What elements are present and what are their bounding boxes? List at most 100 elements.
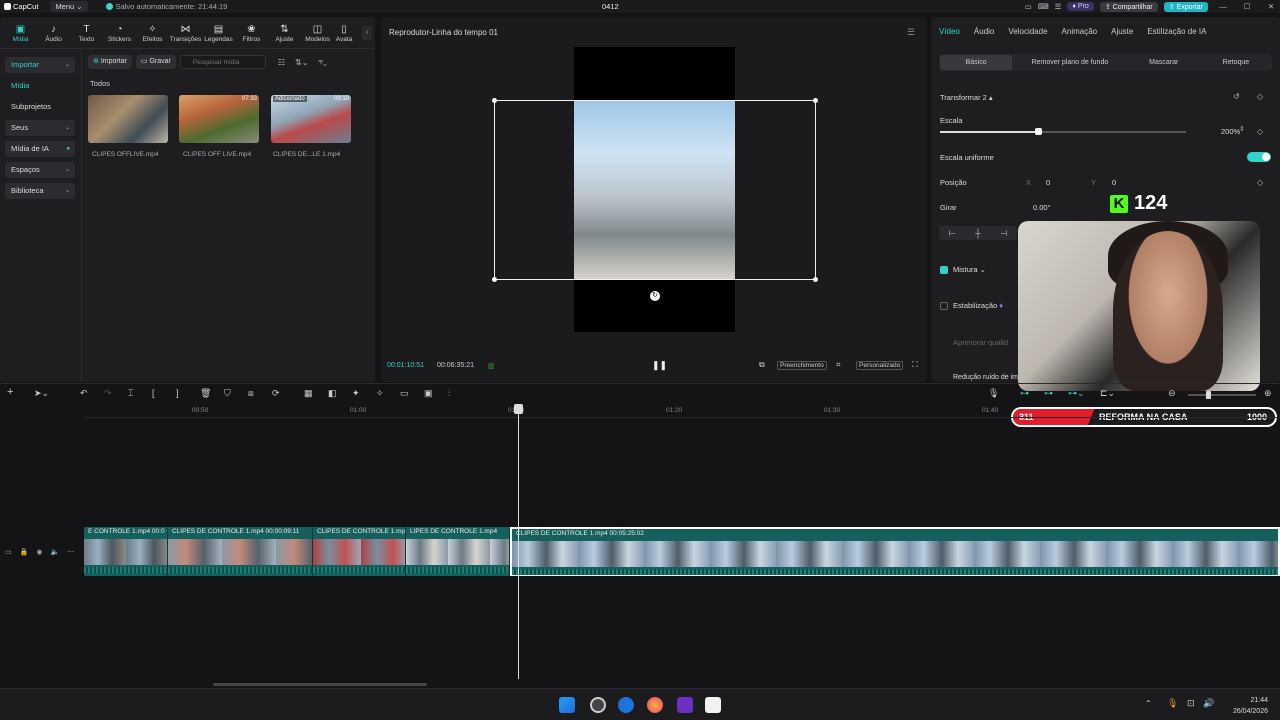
trim-right-icon[interactable]: ] (176, 388, 179, 398)
zoom-fit-icon[interactable]: ⊏⌄ (1100, 388, 1115, 399)
mic-icon[interactable]: 🎙 (988, 388, 999, 399)
volume-icon[interactable]: 🔈 (50, 548, 59, 556)
magnet-icon[interactable]: ⊶ (1044, 388, 1053, 399)
tab-transitions[interactable]: ⋈ Transições (169, 24, 202, 45)
uniform-scale-toggle[interactable] (1247, 152, 1271, 162)
tab-text[interactable]: T Texto (70, 24, 103, 45)
more-icon[interactable]: ⋯ (67, 548, 74, 556)
eye-icon[interactable]: ◉ (36, 548, 42, 556)
tabs-scroll-button[interactable]: › (362, 26, 372, 40)
browser-icon[interactable] (590, 697, 606, 713)
project-name[interactable]: 0412 (602, 2, 619, 11)
settings-icon[interactable]: ☰ (1055, 2, 1062, 11)
close-icon[interactable]: ✕ (1262, 2, 1280, 11)
select-tool-icon[interactable]: ➤⌄ (34, 388, 49, 399)
tray-mic-icon[interactable]: 🎙 (1167, 698, 1178, 709)
capcut-taskbar-icon[interactable] (705, 697, 721, 713)
rotate-handle-icon[interactable]: ↻ (650, 291, 660, 301)
media-item[interactable]: 07:33 (179, 95, 259, 143)
timeline-ruler[interactable]: 00:50 01:00 01:10 01:20 01:30 01:40 (84, 404, 1280, 418)
timeline-clip[interactable]: CLIPES DE CONTROLE 1.mp (313, 527, 406, 576)
tab-templates[interactable]: ◫ Modelos (301, 24, 334, 45)
position-x-input[interactable]: 0 (1046, 178, 1050, 187)
stepper-icon[interactable]: ⇕ (1239, 125, 1245, 133)
zoom-out-icon[interactable]: ⊖ (1168, 388, 1176, 399)
subtab-basic[interactable]: Básico (940, 55, 1013, 70)
zoom-in-icon[interactable]: ⊕ (1264, 388, 1272, 399)
tab-filters[interactable]: ❀ Filtros (235, 24, 268, 45)
scale-knob[interactable] (1035, 128, 1043, 135)
keyframe-icon[interactable]: ◇ (1257, 92, 1263, 101)
subtab-retouch[interactable]: Retoque (1200, 59, 1272, 66)
nav-library[interactable]: Biblioteca ⌄ (5, 183, 75, 199)
waveform-icon[interactable]: ▥ (488, 362, 495, 370)
crop-icon[interactable]: ⌗ (836, 360, 841, 370)
maximize-icon[interactable]: ☐ (1238, 2, 1256, 11)
timeline-clip[interactable]: E CONTROLE 1.mp4 00:0 (84, 527, 168, 576)
keyboard-icon[interactable]: ⌨ (1038, 2, 1049, 11)
transform-box[interactable] (492, 98, 818, 282)
tray-chevron-icon[interactable]: ⌃ (1145, 699, 1152, 708)
magic-icon[interactable]: ✧ (376, 388, 384, 399)
resize-handle[interactable] (492, 277, 497, 282)
nav-yours[interactable]: Seus ⌄ (5, 120, 75, 136)
lock-icon[interactable]: 🔒 (20, 548, 29, 556)
align-right-icon[interactable]: ⊣ (1000, 229, 1007, 238)
stabilize-checkbox[interactable] (940, 302, 948, 310)
export-button[interactable]: ⇧ Exportar (1163, 1, 1208, 12)
reset-icon[interactable]: ↺ (1233, 92, 1240, 101)
tab-speed[interactable]: Velocidade (1008, 27, 1047, 36)
timeline-scrollbar[interactable] (213, 683, 427, 686)
align-left-icon[interactable]: ⊢ (949, 229, 956, 238)
aspect-ratio-button[interactable]: Personalizado (856, 361, 904, 370)
marker-icon[interactable]: ⛉ (224, 388, 231, 399)
music-app-icon[interactable] (677, 697, 693, 713)
caption-icon[interactable]: ▭ (400, 388, 409, 399)
sort-icon[interactable]: ⇅⌄ (295, 58, 308, 67)
filter-icon[interactable]: ⫧⌄ (318, 57, 326, 67)
player-menu-icon[interactable]: ☰ (907, 27, 915, 38)
image-icon[interactable]: ▣ (424, 388, 433, 399)
tab-adjust[interactable]: Ajuste (1111, 27, 1133, 36)
tab-audio[interactable]: Áudio (974, 27, 994, 36)
import-button[interactable]: ⊕ Importar (88, 55, 132, 69)
tab-audio[interactable]: ♪ Áudio (37, 24, 70, 45)
keyframe-icon[interactable]: ◇ (1257, 127, 1263, 136)
pro-button[interactable]: ♦ Pro (1067, 2, 1094, 11)
tab-avatar[interactable]: ▯ Avata (334, 24, 354, 45)
media-item[interactable] (88, 95, 168, 143)
zoom-slider[interactable] (1188, 391, 1256, 399)
audio-split-icon[interactable]: ⫶ (448, 388, 450, 399)
playhead-handle[interactable] (514, 404, 523, 414)
rotate-input[interactable]: 0.00° (1033, 203, 1051, 212)
scale-slider[interactable] (940, 128, 1186, 135)
tab-effects[interactable]: ✧ Efeitos (136, 24, 169, 45)
system-clock[interactable]: 21:44 26/04/2026 (1233, 695, 1268, 717)
timeline-clip-selected[interactable]: CLIPES DE CONTROLE 1.mp4 00:05:25:02 (510, 527, 1280, 576)
app-icon[interactable] (618, 697, 634, 713)
zoom-knob[interactable] (1206, 391, 1211, 399)
subtab-remove-bg[interactable]: Remover plano de fundo (1012, 59, 1127, 66)
freeze-icon[interactable]: ▦ (304, 388, 313, 399)
view-grid-icon[interactable]: ☷ (278, 58, 285, 67)
nav-media[interactable]: Mídia (5, 78, 75, 94)
nav-spaces[interactable]: Espaços ⌄ (5, 162, 75, 178)
redo-icon[interactable]: ↷ (104, 388, 112, 399)
nav-ai-media[interactable]: Mídia de IA ● (5, 141, 75, 157)
mirror-icon[interactable]: ◧ (328, 388, 337, 399)
align-center-icon[interactable]: ┼ (975, 229, 981, 238)
tab-captions[interactable]: ▤ Legendas (202, 24, 235, 45)
split-icon[interactable]: ⌶ (128, 388, 133, 399)
menu-button[interactable]: Menu ⌄ (50, 1, 88, 12)
network-icon[interactable]: ⊡ (1187, 698, 1195, 709)
track-cover-icon[interactable]: ▭ (5, 548, 12, 556)
subtab-mask[interactable]: Mascarar (1128, 59, 1200, 66)
layout-icon[interactable]: ▭ (1025, 2, 1032, 11)
playhead[interactable] (514, 404, 523, 679)
speed-icon[interactable]: ⟳ (272, 388, 280, 399)
tab-video[interactable]: Vídeo (939, 27, 960, 36)
nav-subprojects[interactable]: Subprojetos (5, 99, 75, 115)
resize-handle[interactable] (813, 98, 818, 103)
link-icon[interactable]: ⊶ (1020, 388, 1029, 399)
minimize-icon[interactable]: — (1214, 2, 1232, 11)
